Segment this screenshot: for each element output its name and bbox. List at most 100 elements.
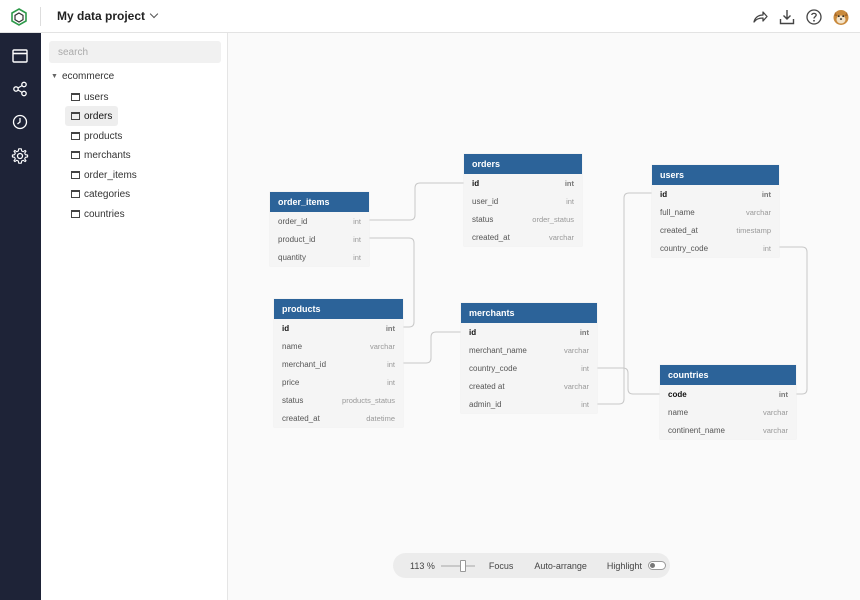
column-type: int (564, 178, 574, 188)
column-type: int (579, 327, 589, 337)
caret-down-icon: ▼ (51, 73, 58, 80)
table-header[interactable]: countries (660, 365, 796, 385)
table-header[interactable]: order_items (270, 192, 369, 212)
column-name: created_at (472, 232, 510, 242)
highlight-toggle[interactable] (647, 561, 666, 570)
tree-item-merchants[interactable]: merchants (65, 145, 137, 165)
table-header[interactable]: orders (464, 154, 582, 174)
table-column-row[interactable]: user_id int (464, 192, 582, 210)
table-card-order-items[interactable]: order_items order_id int product_id int qu… (270, 192, 369, 266)
column-name: continent_name (668, 425, 725, 435)
table-column-row[interactable]: merchant_name varchar (461, 341, 597, 359)
tree-item-orders[interactable]: orders (65, 106, 119, 126)
column-type: timestamp (736, 225, 771, 235)
table-header[interactable]: merchants (461, 303, 597, 323)
column-name: admin_id (469, 399, 502, 409)
table-column-row[interactable]: created at varchar (461, 377, 597, 395)
table-card-countries[interactable]: countries code int name varchar continent_… (660, 365, 796, 439)
tree-item-order-items[interactable]: order_items (65, 165, 143, 185)
connector-products-merchants (403, 331, 461, 364)
zoom-slider-thumb[interactable] (459, 559, 466, 572)
column-type: int (763, 243, 771, 253)
column-name: user_id (472, 196, 499, 206)
column-type: int (778, 389, 788, 399)
tree-item-categories[interactable]: categories (65, 184, 136, 204)
column-type: varchar (369, 341, 395, 351)
column-name: price (282, 377, 300, 387)
column-name: id (282, 323, 290, 333)
table-column-row[interactable]: code int (660, 385, 796, 403)
help-icon[interactable] (805, 8, 823, 26)
table-column-row[interactable]: name varchar (660, 403, 796, 421)
table-column-row[interactable]: country_code int (652, 239, 779, 257)
zoom-slider-track (440, 564, 475, 567)
table-column-row[interactable]: id int (652, 185, 779, 203)
column-name: code (668, 389, 687, 399)
table-column-row[interactable]: country_code int (461, 359, 597, 377)
column-name: created at (469, 381, 505, 391)
tree-item-products[interactable]: products (65, 126, 128, 146)
history-icon[interactable] (11, 113, 29, 131)
column-type: varchar (563, 345, 589, 355)
table-column-row[interactable]: product_id int (270, 230, 369, 248)
settings-icon[interactable] (11, 147, 29, 165)
download-icon[interactable] (778, 8, 796, 26)
left-rail (0, 33, 41, 600)
column-name: id (469, 327, 477, 337)
table-card-orders[interactable]: orders id int user_id int status order_stat… (464, 154, 582, 246)
table-column-row[interactable]: created_at varchar (464, 228, 582, 246)
table-column-row[interactable]: merchant_id int (274, 355, 403, 373)
table-header[interactable]: products (274, 299, 403, 319)
logo-icon[interactable] (10, 8, 28, 26)
tree-item-users[interactable]: users (65, 87, 114, 107)
column-type: int (387, 377, 395, 387)
connector-order-items-orders (369, 182, 464, 221)
user-avatar[interactable] (832, 8, 850, 26)
table-column-row[interactable]: continent_name varchar (660, 421, 796, 439)
column-type: order_status (532, 214, 574, 224)
table-column-row[interactable]: created_at datetime (274, 409, 403, 427)
table-card-products[interactable]: products id int name varchar merchant_id in… (274, 299, 403, 427)
column-type: int (353, 252, 361, 262)
table-column-row[interactable]: status order_status (464, 210, 582, 228)
column-name: country_code (469, 363, 518, 373)
column-type: products_status (342, 395, 395, 405)
column-type: varchar (548, 232, 574, 242)
table-column-row[interactable]: id int (464, 174, 582, 192)
tree-root-ecommerce[interactable]: ▼ ecommerce (51, 71, 114, 82)
table-column-row[interactable]: order_id int (270, 212, 369, 230)
tree-item-countries[interactable]: countries (65, 204, 131, 224)
table-column-row[interactable]: name varchar (274, 337, 403, 355)
focus-button[interactable]: Focus (489, 561, 514, 571)
table-column-row[interactable]: full_name varchar (652, 203, 779, 221)
zoom-slider[interactable] (440, 559, 475, 572)
table-column-row[interactable]: created_at timestamp (652, 221, 779, 239)
table-column-row[interactable]: id int (274, 319, 403, 337)
table-card-merchants[interactable]: merchants id int merchant_name varchar cou… (461, 303, 597, 413)
column-type: int (761, 189, 771, 199)
table-icon (71, 132, 80, 140)
column-name: product_id (278, 234, 316, 244)
table-column-row[interactable]: id int (461, 323, 597, 341)
table-column-row[interactable]: quantity int (270, 248, 369, 266)
table-header[interactable]: users (652, 165, 779, 185)
table-column-row[interactable]: status products_status (274, 391, 403, 409)
column-name: name (668, 407, 689, 417)
column-name: order_id (278, 216, 308, 226)
project-selector[interactable]: My data project (57, 9, 159, 23)
zoom-level: 113 % (410, 560, 435, 571)
column-type: varchar (762, 425, 788, 435)
table-column-row[interactable]: price int (274, 373, 403, 391)
table-icon (71, 112, 80, 120)
column-type: int (353, 234, 361, 244)
highlight-label: Highlight (606, 560, 642, 571)
share-icon[interactable] (751, 8, 769, 26)
connector-users-merchants (597, 192, 652, 405)
share-nodes-icon[interactable] (11, 80, 29, 98)
table-icon (71, 190, 80, 198)
search-input[interactable] (49, 41, 221, 63)
window-icon[interactable] (11, 47, 29, 65)
table-card-users[interactable]: users id int full_name varchar created_at t… (652, 165, 779, 257)
auto-arrange-button[interactable]: Auto-arrange (534, 561, 587, 571)
table-column-row[interactable]: admin_id int (461, 395, 597, 413)
